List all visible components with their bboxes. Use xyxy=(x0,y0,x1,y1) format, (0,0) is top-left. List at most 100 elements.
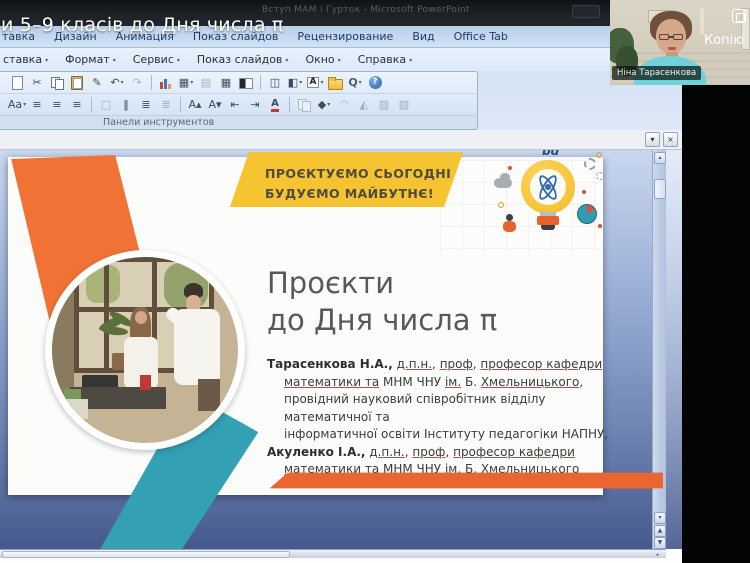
menu-ставка[interactable]: ставка▾ xyxy=(3,53,48,66)
vertical-scrollbar[interactable]: ▴ ▾ ▲ ▼ xyxy=(652,150,666,549)
authors-block[interactable]: Тарасенкова Н.А., д.п.н., проф, професор… xyxy=(267,356,615,479)
font-box-icon[interactable]: A▾ xyxy=(306,74,324,91)
copy-menu-label[interactable]: Копію xyxy=(704,33,744,48)
font-style-icon[interactable]: Aa▾ xyxy=(8,96,26,113)
format-painter-icon[interactable]: ✎ xyxy=(88,74,106,91)
new-slide-icon[interactable]: ◫ xyxy=(266,74,284,91)
red-dot xyxy=(582,190,586,194)
scroll-down-button[interactable]: ▾ xyxy=(654,512,666,524)
photo-chair xyxy=(198,379,220,411)
cut-icon[interactable]: ✂ xyxy=(28,74,46,91)
menu-окно[interactable]: Окно▾ xyxy=(305,53,340,66)
align-center-icon[interactable]: ≡ xyxy=(48,96,66,113)
numbered-list-icon[interactable]: ≣ xyxy=(137,96,155,113)
slide-title[interactable]: Проєкти до Дня числа π xyxy=(267,265,497,339)
insert-chart-icon[interactable] xyxy=(157,74,175,91)
glasses-icon xyxy=(673,34,683,40)
chevron-down-icon: ▾ xyxy=(76,79,79,86)
person-icon xyxy=(503,221,516,232)
undo-icon[interactable]: ↶▾ xyxy=(108,74,126,91)
slide-layout-icon[interactable]: ◧▾ xyxy=(286,74,304,91)
vertical-scroll-thumb[interactable] xyxy=(654,179,666,199)
webcam-wall-frame xyxy=(700,8,704,34)
atom-core xyxy=(545,184,551,190)
print-preview-icon[interactable]: ▤ xyxy=(197,74,215,91)
yellow-ring-dot xyxy=(596,152,602,158)
chevron-down-icon: ▾ xyxy=(177,57,180,64)
close-document-button[interactable]: × xyxy=(663,132,678,147)
toolbar-separator xyxy=(260,75,261,90)
horizontal-scroll-thumb[interactable] xyxy=(2,551,290,558)
chevron-down-icon: ▾ xyxy=(299,79,302,86)
shadow-effect-icon[interactable]: ▧ xyxy=(395,96,413,113)
paste-special-icon[interactable] xyxy=(295,96,313,113)
paste-icon[interactable]: ▾ xyxy=(68,74,86,91)
grow-font-icon[interactable]: A▴ xyxy=(186,96,204,113)
zoom-icon[interactable]: Q▾ xyxy=(346,74,364,91)
participant-name-tag: Ніна Тарасенкова xyxy=(612,66,701,80)
toolbar-options-button[interactable]: ▾ xyxy=(645,132,660,147)
increase-indent-icon[interactable]: ⇥ xyxy=(246,96,264,113)
shapes-icon[interactable]: ◆▾ xyxy=(315,96,333,113)
redo-icon[interactable]: ↷ xyxy=(128,74,146,91)
menu-справка[interactable]: Справка▾ xyxy=(358,53,412,66)
photo-girl-face xyxy=(135,311,147,324)
shrink-font-icon[interactable]: A▾ xyxy=(206,96,224,113)
slogan-banner[interactable]: ПРОЄКТУЄМО СЬОГОДНІ – БУДУЄМО МАЙБУТНЄ! xyxy=(228,152,468,207)
font-color-icon[interactable]: A xyxy=(266,96,284,113)
bulb-base xyxy=(541,225,555,230)
photo-window-frame xyxy=(104,257,109,373)
fill-color-icon[interactable]: ◭ xyxy=(355,96,373,113)
menu-формат[interactable]: Формат▾ xyxy=(65,53,116,66)
pie-chart-icon xyxy=(577,204,597,224)
chevron-down-icon: ▾ xyxy=(285,57,288,64)
ribbon-tab-рецензирование[interactable]: Рецензирование xyxy=(297,30,393,43)
find-page-icon[interactable] xyxy=(8,74,26,91)
placeholder-icon[interactable]: □ xyxy=(97,96,115,113)
author-line: інформатичної освіти Інституту педагогік… xyxy=(267,426,615,444)
status-strip xyxy=(0,558,682,563)
slide-title-line-1: Проєкти xyxy=(267,265,497,302)
align-right-icon[interactable]: ≡ xyxy=(68,96,86,113)
ribbon-tab-office-tab[interactable]: Office Tab xyxy=(454,30,508,43)
scroll-right-button[interactable]: ▸ xyxy=(652,551,664,558)
chevron-down-icon: ▾ xyxy=(338,57,341,64)
menu-сервис[interactable]: Сервис▾ xyxy=(133,53,180,66)
color-grayscale-icon[interactable]: ▾ xyxy=(237,74,255,91)
copy-icon[interactable] xyxy=(732,9,746,23)
yellow-ring-dot xyxy=(498,202,504,208)
chevron-down-icon: ▾ xyxy=(327,101,330,108)
insert-table-icon[interactable]: ▦▾ xyxy=(177,74,195,91)
previous-slide-button[interactable]: ▲ xyxy=(654,525,666,537)
glasses-bridge xyxy=(668,36,674,38)
slogan-line-1: ПРОЄКТУЄМО СЬОГОДНІ – xyxy=(265,166,463,181)
table-icon[interactable]: ▦ xyxy=(217,74,235,91)
menu-показ-слайдов[interactable]: Показ слайдов▾ xyxy=(197,53,289,66)
chevron-down-icon: ▾ xyxy=(121,79,124,86)
photo-circle[interactable] xyxy=(45,250,245,450)
red-dot xyxy=(508,166,512,170)
columns-icon[interactable]: ‖ xyxy=(117,96,135,113)
photo-boy-shirt xyxy=(174,309,220,385)
bullet-list-icon[interactable]: ≣ xyxy=(157,96,175,113)
ribbon-tab-вид[interactable]: Вид xyxy=(412,30,434,43)
next-slide-button[interactable]: ▼ xyxy=(654,537,666,549)
bulb-band xyxy=(537,216,559,225)
align-left-icon[interactable]: ≡ xyxy=(28,96,46,113)
photo-red-bucket xyxy=(140,375,151,390)
decrease-indent-icon[interactable]: ⇤ xyxy=(226,96,244,113)
window-control-button[interactable] xyxy=(572,5,600,18)
horizontal-scrollbar[interactable]: ▸ xyxy=(0,549,666,558)
copy-icon[interactable] xyxy=(48,74,66,91)
author-line: Акуленко І.А., д.п.н., проф, професор ка… xyxy=(267,444,615,462)
participant-name: Ніна Тарасенкова xyxy=(617,68,696,78)
line-style-icon[interactable]: ▨ xyxy=(375,96,393,113)
folder-open-icon[interactable]: ▾ xyxy=(326,74,344,91)
toolbar-separator xyxy=(289,97,290,112)
help-icon[interactable]: ? xyxy=(366,74,384,91)
webcam-person-mouth xyxy=(668,47,676,50)
photo-tree xyxy=(86,265,120,303)
scroll-up-button[interactable]: ▴ xyxy=(654,152,666,164)
author-line: математики та МНМ ЧНУ ім. Б. Хмельницько… xyxy=(267,374,615,392)
arc-icon[interactable]: ◠ xyxy=(335,96,353,113)
